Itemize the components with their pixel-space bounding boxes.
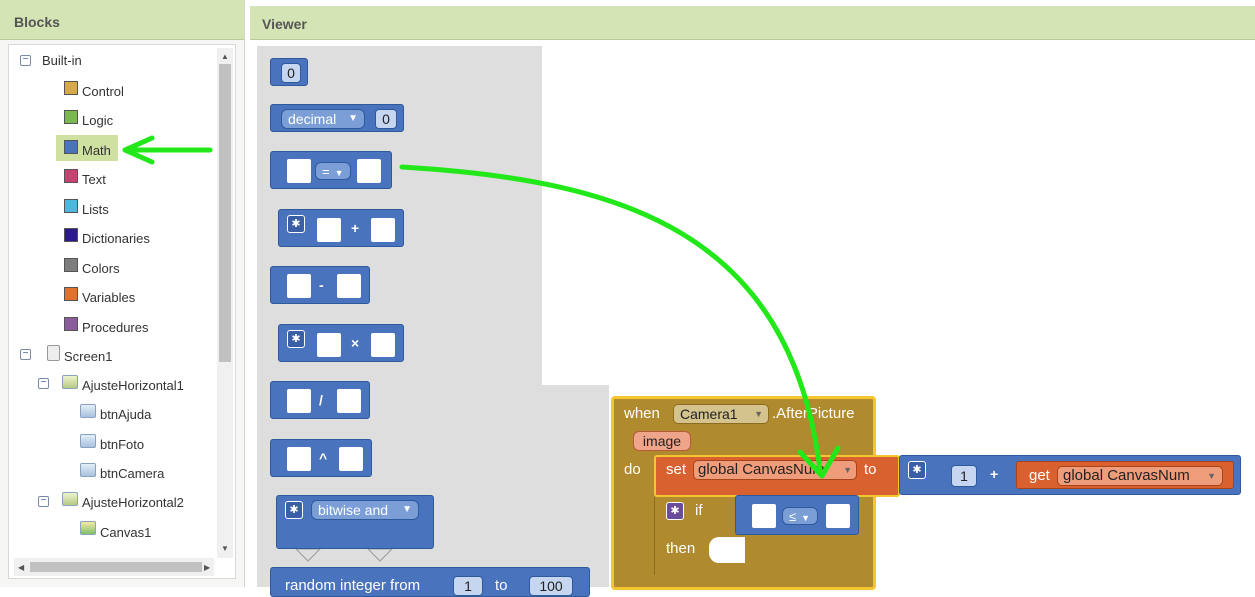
arrow-to-compare-block-icon	[399, 164, 841, 479]
annotation-arrows	[122, 135, 841, 479]
arrow-to-math-icon	[122, 135, 213, 165]
